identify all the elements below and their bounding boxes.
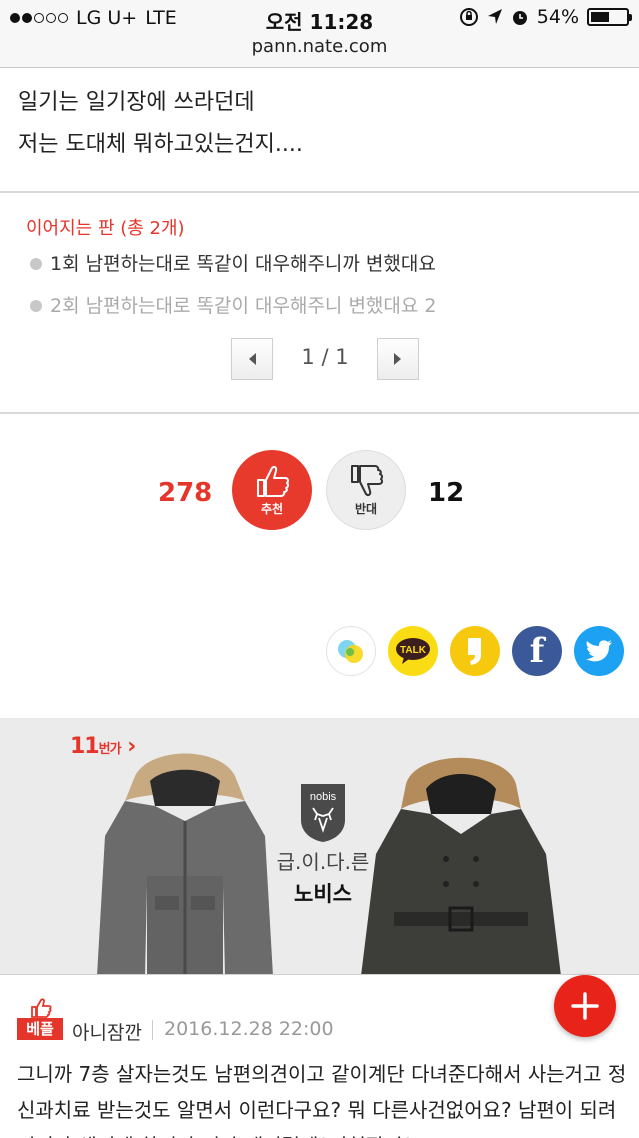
downvote-button[interactable]: 반대 — [326, 450, 406, 530]
upvote-button[interactable]: 추천 — [232, 450, 312, 530]
battery-percent: 54% — [536, 6, 579, 28]
downvote-count: 12 — [428, 478, 465, 508]
series-pager: 1 / 1 — [231, 338, 419, 380]
thumbs-up-icon — [31, 998, 52, 1018]
share-band-button[interactable] — [326, 626, 376, 676]
url-bar[interactable]: pann.nate.com — [0, 36, 639, 68]
band-icon — [338, 640, 363, 663]
series-item-2[interactable]: 2회 남편하는대로 똑같이 대우해주니 변했대요 2 — [28, 289, 628, 331]
thumbs-up-icon — [257, 465, 290, 497]
comment-date: 2016.12.28 22:00 — [164, 1018, 334, 1040]
comment-author[interactable]: 아니잠깐 — [72, 1018, 142, 1045]
article-body-tail: 일기는 일기장에 쓰라던데 저는 도대체 뭐하고있는건지.... — [18, 82, 618, 166]
comment-text: 그니까 7층 살자는것도 남편의견이고 같이계단 다녀준다해서 사는거고 정신과… — [17, 1062, 627, 1138]
series-item-1[interactable]: 1회 남편하는대로 똑같이 대우해주니까 변했대요 — [28, 247, 628, 289]
url-text: pann.nate.com — [251, 36, 388, 57]
downvote-label: 반대 — [354, 501, 378, 516]
floating-add-button[interactable] — [554, 975, 616, 1037]
alarm-icon — [512, 11, 527, 25]
jacket-right-image — [361, 757, 561, 974]
share-facebook-button[interactable]: f — [512, 626, 562, 676]
share-twitter-button[interactable] — [574, 626, 624, 676]
share-kakaotalk-button[interactable]: TALK — [388, 626, 438, 676]
upvote-count: 278 — [158, 478, 213, 508]
kakaotalk-label: TALK — [400, 645, 427, 656]
series-title: 이어지는 판 (총 2개) — [26, 218, 185, 239]
best-comment-label: 베플 — [17, 1018, 63, 1040]
facebook-icon: f — [529, 631, 545, 671]
location-icon — [487, 9, 502, 24]
nobis-logo: nobis — [301, 784, 345, 842]
upvote-label: 추천 — [260, 501, 284, 516]
kakaostory-icon — [468, 638, 481, 665]
pager-label: 1 / 1 — [301, 345, 349, 369]
kakaotalk-icon: TALK — [396, 638, 430, 664]
next-arrow-icon — [394, 353, 401, 365]
best-comment-badge: 베플 — [17, 998, 63, 1040]
pager-prev-button[interactable] — [231, 338, 273, 380]
article-line: 저는 도대체 뭐하고있는건지.... — [18, 132, 303, 157]
nobis-logo-text: nobis — [310, 791, 337, 803]
pager-next-button[interactable] — [377, 338, 419, 380]
status-bar: LG U+ LTE 오전 11:28 54% — [0, 0, 639, 36]
rotation-lock-icon — [459, 8, 478, 26]
prev-arrow-icon — [249, 353, 256, 365]
article-line: 일기는 일기장에 쓰라던데 — [18, 90, 255, 115]
plus-icon — [571, 992, 599, 1020]
section-divider — [0, 191, 639, 193]
section-divider — [0, 412, 639, 414]
series-list: 1회 남편하는대로 똑같이 대우해주니까 변했대요 2회 남편하는대로 똑같이 … — [28, 247, 628, 331]
twitter-icon — [586, 640, 612, 662]
comment-divider — [0, 974, 639, 975]
battery-icon — [587, 8, 632, 26]
thumbs-down-icon — [351, 464, 384, 496]
share-kakaostory-button[interactable] — [450, 626, 500, 676]
share-bar: TALK f — [326, 626, 624, 676]
ad-banner[interactable]: 11번가 › nobis 급.이.다.른 노비스 — [0, 718, 639, 974]
meta-separator — [152, 1020, 153, 1040]
status-right: 54% — [459, 6, 632, 28]
